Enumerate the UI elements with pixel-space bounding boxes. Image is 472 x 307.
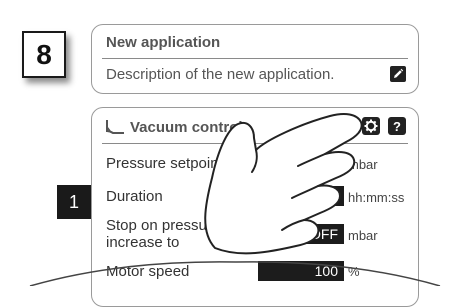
pencil-icon [394, 68, 404, 78]
step-number-box: 8 [22, 31, 66, 78]
divider [102, 143, 408, 144]
step-number: 8 [36, 38, 52, 70]
question-icon: ? [393, 118, 401, 134]
duration-field[interactable] [258, 186, 344, 206]
pressure-setpoint-field[interactable] [258, 153, 344, 173]
duration-label: Duration [106, 188, 163, 205]
application-description: Description of the new application. [106, 66, 335, 83]
stop-pressure-field[interactable]: OFF [258, 224, 344, 244]
divider [102, 58, 408, 59]
edit-button[interactable] [390, 66, 406, 82]
device-outline [29, 261, 441, 286]
control-title: Vacuum control [130, 119, 243, 136]
duration-unit: hh:mm:ss [348, 190, 405, 205]
pressure-setpoint-unit: mbar [348, 157, 378, 172]
vacuum-curve-icon [106, 120, 124, 134]
application-title: New application [106, 34, 221, 51]
stop-pressure-unit: mbar [348, 228, 378, 243]
settings-button[interactable] [362, 117, 380, 135]
gear-icon [364, 119, 378, 133]
side-badge-number: 1 [68, 191, 79, 212]
stop-pressure-label: Stop on pressure increase to [106, 217, 221, 251]
help-button[interactable]: ? [388, 117, 406, 135]
application-card[interactable]: New application Description of the new a… [91, 24, 419, 94]
pressure-setpoint-label: Pressure setpoint [106, 155, 223, 172]
side-badge: 1 [57, 185, 91, 219]
